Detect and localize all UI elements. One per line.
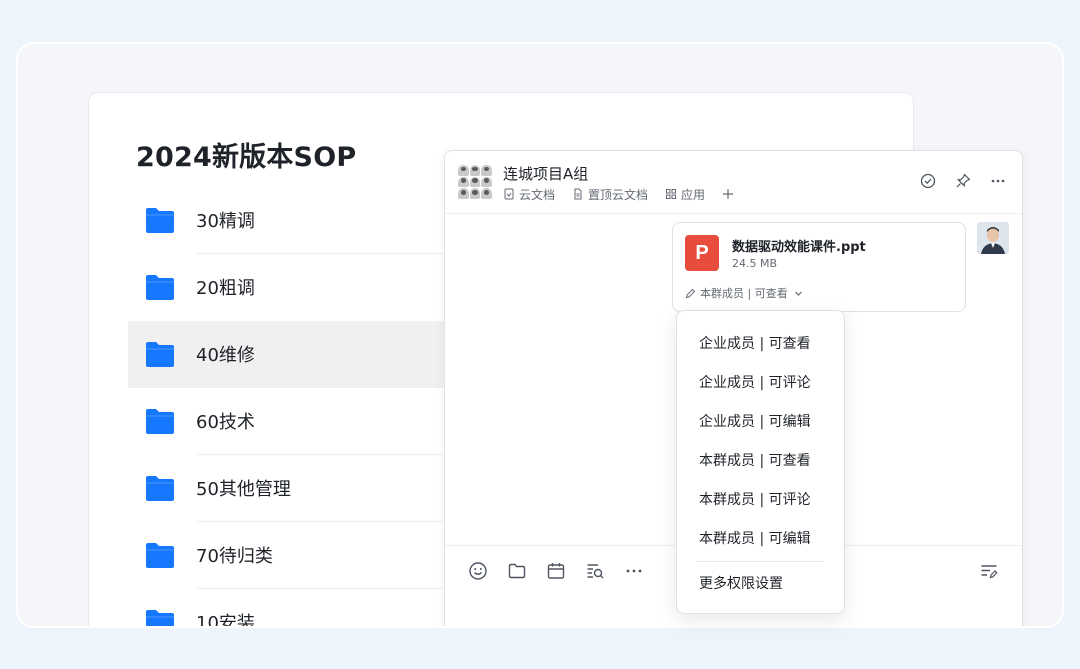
permission-option[interactable]: 企业成员 | 可编辑 — [677, 401, 844, 440]
folder-label: 20粗调 — [196, 278, 255, 299]
sender-avatar[interactable] — [977, 222, 1009, 254]
format-icon — [981, 565, 998, 579]
more-permission-settings[interactable]: 更多权限设置 — [677, 563, 844, 602]
ppt-file-icon: P — [685, 235, 719, 271]
chat-title[interactable]: 连城项目A组 — [503, 163, 588, 184]
calendar-button[interactable] — [545, 560, 567, 582]
tab-apps[interactable]: 应用 — [665, 186, 705, 203]
folder-label: 60技术 — [196, 412, 255, 433]
file-size: 24.5 MB — [732, 257, 778, 270]
search-list-button[interactable] — [584, 560, 606, 582]
folder-label: 50其他管理 — [196, 479, 291, 500]
folder-icon — [146, 543, 174, 568]
permission-option[interactable]: 本群成员 | 可查看 — [677, 440, 844, 479]
folder-label: 40维修 — [196, 345, 255, 366]
folder-icon — [146, 476, 174, 501]
tab-label: 置顶云文档 — [588, 187, 649, 202]
apps-icon — [666, 189, 677, 199]
folder-icon — [146, 342, 174, 367]
more-icon — [626, 569, 642, 573]
tab-cloud-docs[interactable]: 云文档 — [503, 186, 555, 203]
file-name[interactable]: 数据驱动效能课件.ppt — [732, 236, 866, 255]
permission-label: 本群成员 | 可查看 — [700, 287, 788, 300]
emoji-button[interactable] — [467, 560, 489, 582]
permission-dropdown-menu: 企业成员 | 可查看 企业成员 | 可评论 企业成员 | 可编辑 本群成员 | … — [676, 310, 845, 614]
permission-option[interactable]: 本群成员 | 可编辑 — [677, 518, 844, 557]
doc-icon — [504, 188, 514, 200]
folder-button[interactable] — [506, 560, 528, 582]
pin-icon — [956, 173, 971, 188]
format-button[interactable] — [978, 560, 1000, 582]
group-avatar[interactable] — [458, 165, 492, 199]
edit-icon — [685, 288, 696, 298]
permission-option[interactable]: 企业成员 | 可查看 — [677, 323, 844, 362]
pin-button[interactable] — [953, 171, 973, 191]
chat-header: 连城项目A组 云文档 置顶云文档 应用 — [445, 151, 1022, 214]
header-actions — [903, 171, 1008, 191]
divider — [697, 561, 824, 562]
folder-panel-title: 2024新版本SOP — [136, 142, 357, 173]
folder-label: 10安装 — [196, 613, 255, 628]
folder-label: 30精调 — [196, 211, 255, 232]
chevron-down-icon — [794, 291, 802, 296]
permission-option[interactable]: 企业成员 | 可评论 — [677, 362, 844, 401]
emoji-icon — [469, 562, 487, 580]
more-icon — [991, 179, 1005, 183]
outer-card: 2024新版本SOP 30精调 20粗调 40维修 60技术 50其他管理 70… — [16, 42, 1064, 628]
tab-pinned-docs[interactable]: 置顶云文档 — [572, 186, 648, 203]
search-list-icon — [587, 564, 604, 579]
check-button[interactable] — [918, 171, 938, 191]
chat-tabs: 云文档 置顶云文档 应用 — [503, 186, 755, 202]
folder-icon — [146, 208, 174, 233]
plus-icon — [723, 189, 734, 199]
folder-icon — [146, 275, 174, 300]
tab-label: 应用 — [681, 187, 706, 202]
more-button[interactable] — [988, 171, 1008, 191]
calendar-icon — [547, 563, 565, 579]
folder-label: 70待归类 — [196, 546, 273, 567]
tab-label: 云文档 — [519, 187, 556, 202]
composer-toolbar — [467, 560, 662, 582]
folder-icon — [508, 563, 526, 579]
file-message-card[interactable]: P 数据驱动效能课件.ppt 24.5 MB 本群成员 | 可查看 — [672, 222, 966, 312]
more-button[interactable] — [623, 560, 645, 582]
add-tab-button[interactable] — [722, 188, 738, 200]
folder-icon — [146, 610, 174, 626]
folder-icon — [146, 409, 174, 434]
permission-option[interactable]: 本群成员 | 可评论 — [677, 479, 844, 518]
pinned-doc-icon — [574, 188, 582, 200]
permission-dropdown-trigger[interactable]: 本群成员 | 可查看 — [685, 285, 807, 301]
check-circle-icon — [920, 173, 936, 189]
